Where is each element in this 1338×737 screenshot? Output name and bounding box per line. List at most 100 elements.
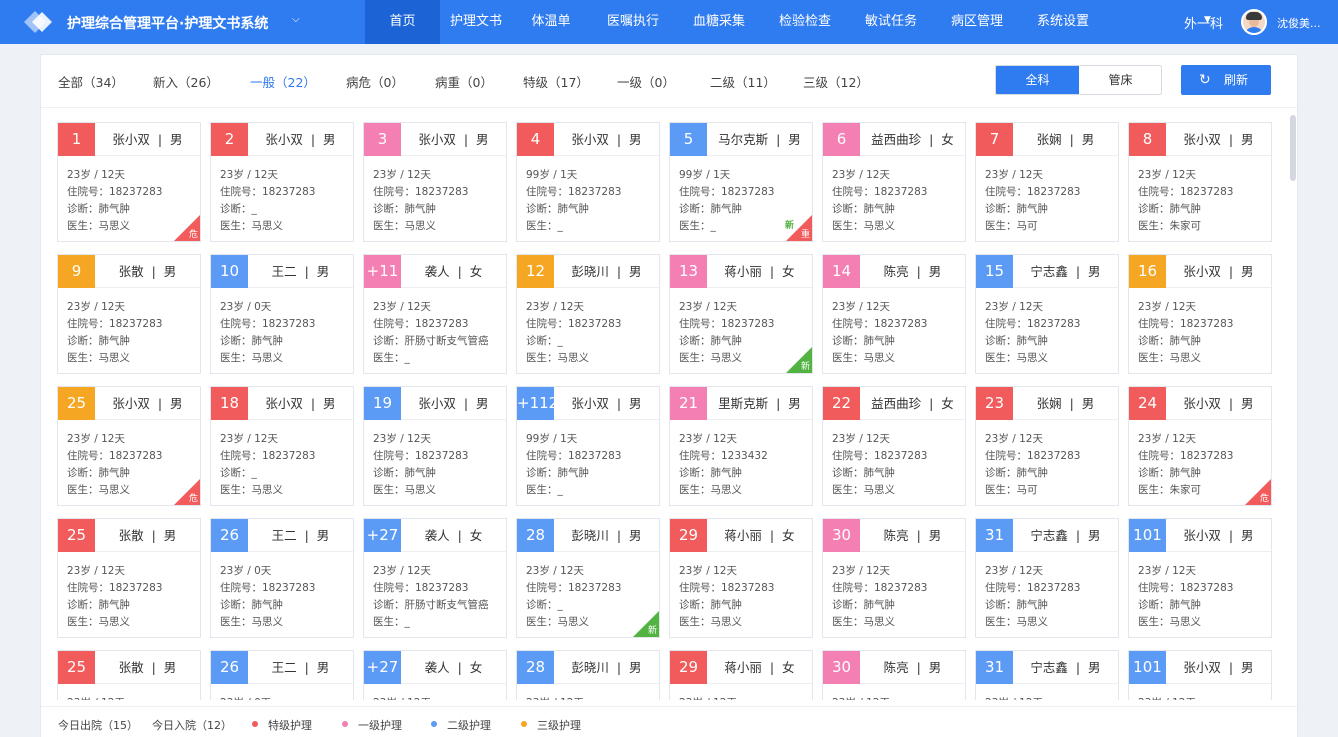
diagnosis: 诊断：_ — [526, 597, 563, 612]
nav-lab-tests[interactable]: 检验检查 — [762, 0, 848, 44]
diagnosis: 诊断：肺气肿 — [1138, 465, 1201, 480]
bed-number: 1 — [58, 123, 95, 156]
stay-days: 12天 — [101, 565, 125, 577]
nav-nursing-docs[interactable]: 护理文书 — [440, 0, 512, 44]
avatar[interactable] — [1241, 9, 1267, 35]
diagnosis: 诊断：肺气肿 — [1138, 201, 1201, 216]
patient-card[interactable]: 7 张娴 | 男 23岁 / 12天 住院号：18237283 诊断：肺气肿 医生：马可 — [975, 122, 1119, 242]
patient-age: 23岁 — [373, 565, 397, 577]
patient-card[interactable]: 25 张小双 | 男 23岁 / 12天 住院号：18237283 诊断：肺气肿 医生：马… — [57, 386, 201, 506]
vertical-scrollbar[interactable] — [1290, 115, 1296, 181]
age-days: 23岁 / 12天 — [679, 563, 737, 578]
filter-new[interactable]: 新入（26） — [153, 72, 219, 91]
admitted-today-count[interactable]: 今日入院（12） — [152, 717, 232, 733]
admission-value: 1233432 — [721, 450, 768, 462]
patient-card[interactable]: 24 张小双 | 男 23岁 / 12天 住院号：18237283 诊断：肺气肿 医生：朱… — [1128, 386, 1272, 506]
name-separator: | — [761, 660, 783, 675]
chevron-down-icon[interactable]: ⌵ — [292, 14, 300, 25]
patient-card[interactable]: 9 张散 | 男 23岁 / 12天 住院号：18237283 诊断：肺气肿 医生：马思义 — [57, 254, 201, 374]
patient-card[interactable]: 13 蒋小丽 | 女 23岁 / 12天 住院号：18237283 诊断：肺气肿 医生：马… — [669, 254, 813, 374]
patient-card[interactable]: 1 张小双 | 男 23岁 / 12天 住院号：18237283 诊断：肺气肿 医生：马思… — [57, 122, 201, 242]
patient-card[interactable]: 25张散 | 男23岁 / 12天住院号：诊断：医生： — [57, 650, 201, 700]
bed-number: 7 — [976, 123, 1013, 156]
patient-card[interactable]: 2 张小双 | 男 23岁 / 12天 住院号：18237283 诊断：_ 医生：马思义 — [210, 122, 354, 242]
legend-level3: 三级护理 — [537, 719, 581, 732]
chevron-down-icon[interactable]: ▼ — [1204, 15, 1211, 25]
filter-level1[interactable]: 一级（0） — [617, 72, 675, 91]
patient-card[interactable]: 12 彭晓川 | 男 23岁 / 12天 住院号：18237283 诊断：_ 医生：马思义 — [516, 254, 660, 374]
refresh-button[interactable]: ↻ 刷新 — [1181, 65, 1271, 95]
patient-age: 23岁 — [679, 697, 703, 700]
patient-sex: 女 — [941, 396, 954, 411]
patient-card[interactable]: 101 张小双 | 男 23岁 / 12天 住院号：18237283 诊断：肺气肿 医生：… — [1128, 518, 1272, 638]
nav-blood-glucose[interactable]: 血糖采集 — [676, 0, 762, 44]
filter-all[interactable]: 全部（34） — [58, 72, 124, 91]
patient-card[interactable]: 15 宁志鑫 | 男 23岁 / 12天 住院号：18237283 诊断：肺气肿 医生：马… — [975, 254, 1119, 374]
patient-card[interactable]: 28 彭晓川 | 男 23岁 / 12天 住院号：18237283 诊断：_ 医生：马思义… — [516, 518, 660, 638]
stay-days: 12天 — [1019, 565, 1043, 577]
patient-card[interactable]: 22 益西曲珍 | 女 23岁 / 12天 住院号：18237283 诊断：肺气肿 医生：… — [822, 386, 966, 506]
discharged-today-count[interactable]: 今日出院（15） — [58, 717, 138, 733]
filter-special-care[interactable]: 特级（17） — [523, 72, 589, 91]
patient-card[interactable]: 101张小双 | 男23岁 / 12天住院号：诊断：医生： — [1128, 650, 1272, 700]
filter-level2[interactable]: 二级（11） — [710, 72, 776, 91]
age-separator: / — [90, 565, 102, 577]
name-separator: | — [908, 264, 929, 279]
patient-card[interactable]: 31 宁志鑫 | 男 23岁 / 12天 住院号：18237283 诊断：肺气肿 医生：马… — [975, 518, 1119, 638]
patient-card[interactable]: 16 张小双 | 男 23岁 / 12天 住院号：18237283 诊断：肺气肿 医生：马… — [1128, 254, 1272, 374]
card-header: 101 张小双 | 男 — [1129, 651, 1271, 684]
patient-card[interactable]: 30 陈亮 | 男 23岁 / 12天 住院号：18237283 诊断：肺气肿 医生：马思… — [822, 518, 966, 638]
patient-card[interactable]: 26王二 | 男23岁 / 0天住院号：诊断：医生： — [210, 650, 354, 700]
patient-card[interactable]: 6 益西曲珍 | 女 23岁 / 12天 住院号：18237283 诊断：肺气肿 医生：马… — [822, 122, 966, 242]
patient-card[interactable]: +27 袭人 | 女 23岁 / 12天 住院号：18237283 诊断：肝肠寸断支气管… — [363, 518, 507, 638]
name-separator: | — [1067, 264, 1089, 279]
patient-card[interactable]: +11 袭人 | 女 23岁 / 12天 住院号：18237283 诊断：肝肠寸断支气管… — [363, 254, 507, 374]
bed-number: 25 — [58, 519, 95, 552]
patient-card[interactable]: 31宁志鑫 | 男23岁 / 12天住院号：诊断：医生： — [975, 650, 1119, 700]
patient-card[interactable]: 18 张小双 | 男 23岁 / 12天 住院号：18237283 诊断：_ 医生：马思义 — [210, 386, 354, 506]
nav-allergy-tests[interactable]: 敏试任务 — [848, 0, 934, 44]
age-days: 23岁 / 12天 — [985, 299, 1043, 314]
doctor: 医生：马思义 — [220, 482, 283, 497]
patient-card[interactable]: +27袭人 | 女23岁 / 12天住院号：诊断：医生： — [363, 650, 507, 700]
patient-card[interactable]: 19 张小双 | 男 23岁 / 12天 住院号：18237283 诊断：肺气肿 医生：马… — [363, 386, 507, 506]
bed-number: +11 — [364, 255, 401, 288]
patient-card[interactable]: 21 里斯克斯 | 男 23岁 / 12天 住院号：1233432 诊断：肺气肿 医生：马… — [669, 386, 813, 506]
patient-name-sex: 益西曲珍 | 女 — [860, 387, 965, 420]
patient-card[interactable]: 25 张散 | 男 23岁 / 12天 住院号：18237283 诊断：肺气肿 医生：马思… — [57, 518, 201, 638]
name-separator: | — [908, 660, 929, 675]
patient-name-sex: 张小双 | 男 — [95, 387, 200, 420]
patient-card[interactable]: +112 张小双 | 男 99岁 / 1天 住院号：18237283 诊断：肺气肿 医生：… — [516, 386, 660, 506]
patient-card[interactable]: 29 蒋小丽 | 女 23岁 / 12天 住院号：18237283 诊断：肺气肿 医生：马… — [669, 518, 813, 638]
user-name[interactable]: 沈俊美... — [1277, 15, 1321, 31]
patient-card[interactable]: 26 王二 | 男 23岁 / 0天 住院号：18237283 诊断：肺气肿 医生：马思义 — [210, 518, 354, 638]
nav-home[interactable]: 首页 — [365, 0, 440, 44]
patient-card[interactable]: 23 张娴 | 男 23岁 / 12天 住院号：18237283 诊断：肺气肿 医生：马可 — [975, 386, 1119, 506]
patient-card[interactable]: 3 张小双 | 男 23岁 / 12天 住院号：18237283 诊断：肺气肿 医生：马思… — [363, 122, 507, 242]
patient-card[interactable]: 5 马尔克斯 | 男 99岁 / 1天 住院号：18237283 诊断：肺气肿 医生：_ 新… — [669, 122, 813, 242]
patient-sex: 男 — [1081, 396, 1095, 411]
patient-card[interactable]: 30陈亮 | 男23岁 / 12天住院号：诊断：医生： — [822, 650, 966, 700]
filter-serious[interactable]: 病重（0） — [435, 72, 493, 91]
diagnosis: 诊断：肺气肿 — [832, 465, 895, 480]
patient-card[interactable]: 4 张小双 | 男 99岁 / 1天 住院号：18237283 诊断：肺气肿 医生：_ — [516, 122, 660, 242]
scope-all-button[interactable]: 全科 — [996, 66, 1079, 94]
nav-ward-management[interactable]: 病区管理 — [934, 0, 1020, 44]
nav-system-settings[interactable]: 系统设置 — [1020, 0, 1106, 44]
patient-name-sex: 陈亮 | 男 — [860, 651, 965, 684]
filter-critical[interactable]: 病危（0） — [346, 72, 404, 91]
patient-card[interactable]: 14 陈亮 | 男 23岁 / 12天 住院号：18237283 诊断：肺气肿 医生：马思… — [822, 254, 966, 374]
patient-age: 23岁 — [985, 697, 1009, 700]
patient-name-sex: 张散 | 男 — [95, 255, 200, 288]
name-separator: | — [302, 396, 324, 411]
patient-card[interactable]: 28彭晓川 | 男23岁 / 12天住院号：诊断：医生： — [516, 650, 660, 700]
filter-level3[interactable]: 三级（12） — [803, 72, 869, 91]
nav-order-execution[interactable]: 医嘱执行 — [590, 0, 676, 44]
nav-temperature-chart[interactable]: 体温单 — [512, 0, 590, 44]
scope-my-beds-button[interactable]: 管床 — [1079, 66, 1161, 94]
patient-card[interactable]: 8 张小双 | 男 23岁 / 12天 住院号：18237283 诊断：肺气肿 医生：朱家… — [1128, 122, 1272, 242]
patient-age: 23岁 — [832, 433, 856, 445]
patient-card[interactable]: 29蒋小丽 | 女23岁 / 12天住院号：诊断：医生： — [669, 650, 813, 700]
filter-general[interactable]: 一般（22） — [250, 72, 316, 91]
patient-card[interactable]: 10 王二 | 男 23岁 / 0天 住院号：18237283 诊断：肺气肿 医生：马思义 — [210, 254, 354, 374]
